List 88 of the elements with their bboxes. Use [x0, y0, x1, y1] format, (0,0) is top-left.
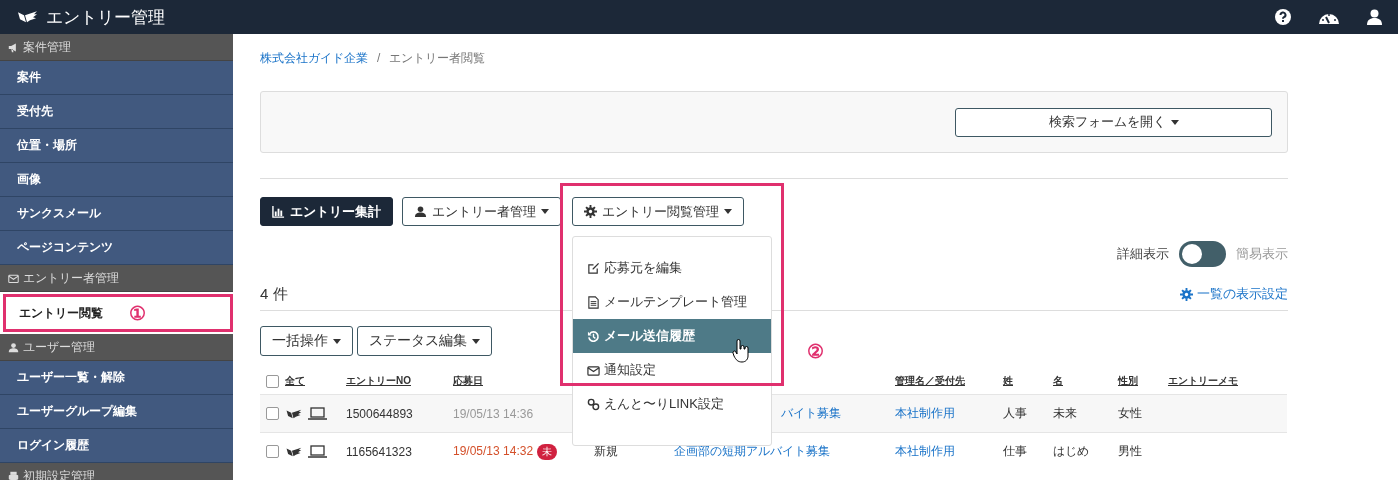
table-cell: 未来: [1053, 406, 1077, 420]
laptop-icon: [308, 445, 327, 458]
bird-logo-icon: [285, 445, 302, 458]
sidebar-item[interactable]: ページコンテンツ: [0, 231, 233, 265]
menu-item[interactable]: メールテンプレート管理: [573, 285, 771, 319]
toolbar-button[interactable]: エントリー者管理: [402, 197, 561, 226]
section-title: エントリー者管理: [23, 269, 119, 287]
section-title: 案件管理: [23, 38, 71, 56]
user-icon[interactable]: [1367, 9, 1382, 25]
caret-icon: [724, 209, 732, 214]
toolbar-button[interactable]: エントリー閲覧管理: [572, 197, 744, 226]
caret-icon: [541, 209, 549, 214]
column-header[interactable]: 管理名／受付先: [895, 375, 965, 386]
envelope-icon: [8, 272, 19, 284]
display-settings-link[interactable]: 一覧の表示設定: [1180, 285, 1288, 303]
sidebar-item[interactable]: 受付先: [0, 95, 233, 129]
table-link[interactable]: 本社制作用: [895, 444, 955, 458]
table-cell: 人事: [1003, 406, 1027, 420]
view-toggle[interactable]: [1179, 241, 1226, 267]
toggle-label: 簡易表示: [1236, 245, 1288, 263]
app-title: エントリー管理: [46, 6, 165, 29]
table-link[interactable]: 本社制作用: [895, 406, 955, 420]
bar-chart-icon: [272, 205, 285, 218]
column-header[interactable]: 姓: [1003, 375, 1013, 386]
table-cell: 19/05/13 14:32: [453, 443, 534, 458]
column-header[interactable]: エントリーメモ: [1168, 375, 1238, 386]
table-cell: 仕事: [1003, 444, 1027, 458]
bird-logo-icon: [285, 407, 302, 420]
user-icon: [414, 205, 427, 218]
caret-icon: [333, 338, 341, 344]
table-cell: はじめ: [1053, 444, 1089, 458]
sidebar-item[interactable]: ユーザー一覧・解除: [0, 361, 233, 395]
link-icon: [587, 397, 600, 411]
user-icon: [8, 341, 19, 353]
section-title: ユーザー管理: [23, 338, 95, 356]
sidebar-item[interactable]: ログイン履歴: [0, 429, 233, 463]
column-header[interactable]: 名: [1053, 375, 1063, 386]
menu-item[interactable]: 応募元を編集: [573, 251, 771, 285]
caret-icon: [472, 338, 480, 344]
column-header[interactable]: 応募日: [453, 375, 483, 386]
help-icon[interactable]: [1275, 9, 1291, 25]
megaphone-icon: [8, 41, 19, 53]
sidebar-item[interactable]: エントリー閲覧 ①: [3, 294, 233, 332]
table-cell: 新規: [594, 444, 618, 458]
sidebar-item[interactable]: 位置・場所: [0, 129, 233, 163]
breadcrumb-separator: /: [377, 51, 381, 65]
menu-item[interactable]: えんと〜りLINK設定: [573, 387, 771, 421]
printer-icon: [8, 470, 19, 480]
column-header[interactable]: エントリーNO: [346, 375, 411, 386]
open-search-form-button[interactable]: 検索フォームを開く: [955, 107, 1272, 137]
table-cell: 女性: [1118, 406, 1142, 420]
dropdown-button[interactable]: ステータス編集: [357, 326, 492, 356]
edit-icon: [587, 261, 600, 275]
breadcrumb-link[interactable]: 株式会社ガイド企業: [260, 49, 368, 67]
row-checkbox[interactable]: [266, 407, 279, 420]
result-count: 4 件: [260, 284, 288, 304]
table-cell: 1165641323: [346, 444, 412, 459]
toolbar-button[interactable]: エントリー集計: [260, 197, 393, 226]
bird-logo-icon: [16, 9, 38, 25]
document-icon: [587, 295, 600, 309]
breadcrumb-current: エントリー者閲覧: [389, 49, 486, 67]
sidebar-item[interactable]: サンクスメール: [0, 197, 233, 231]
caret-icon: [1170, 119, 1179, 125]
dropdown-button[interactable]: 一括操作: [260, 326, 353, 356]
column-header[interactable]: 性別: [1118, 375, 1138, 386]
sidebar-item[interactable]: ユーザーグループ編集: [0, 395, 233, 429]
column-header[interactable]: 全て: [285, 374, 305, 388]
select-all-checkbox[interactable]: [266, 374, 279, 388]
step-number-annotation: ②: [807, 340, 824, 363]
toggle-label: 詳細表示: [1117, 245, 1169, 263]
step-number-annotation: ①: [129, 301, 146, 325]
settings-icon: [1180, 287, 1193, 301]
row-checkbox[interactable]: [266, 445, 279, 458]
table-cell: 19/05/13 14:36: [453, 406, 534, 421]
table-link[interactable]: バイト募集: [781, 406, 841, 420]
menu-item[interactable]: メール送信履歴: [573, 319, 771, 353]
table-cell: 1500644893: [346, 406, 413, 421]
sidebar-item[interactable]: 画像: [0, 163, 233, 197]
sidebar-item[interactable]: 案件: [0, 61, 233, 95]
unread-badge: 未: [537, 443, 558, 460]
hand-pointer-icon: [732, 339, 750, 363]
settings-icon: [584, 205, 597, 218]
envelope-icon: [587, 363, 600, 377]
table-cell: 男性: [1118, 444, 1142, 458]
laptop-icon: [308, 407, 327, 420]
history-icon: [587, 329, 600, 343]
table-link[interactable]: 企画部の短期アルバイト募集: [674, 444, 830, 458]
menu-item[interactable]: 通知設定: [573, 353, 771, 387]
